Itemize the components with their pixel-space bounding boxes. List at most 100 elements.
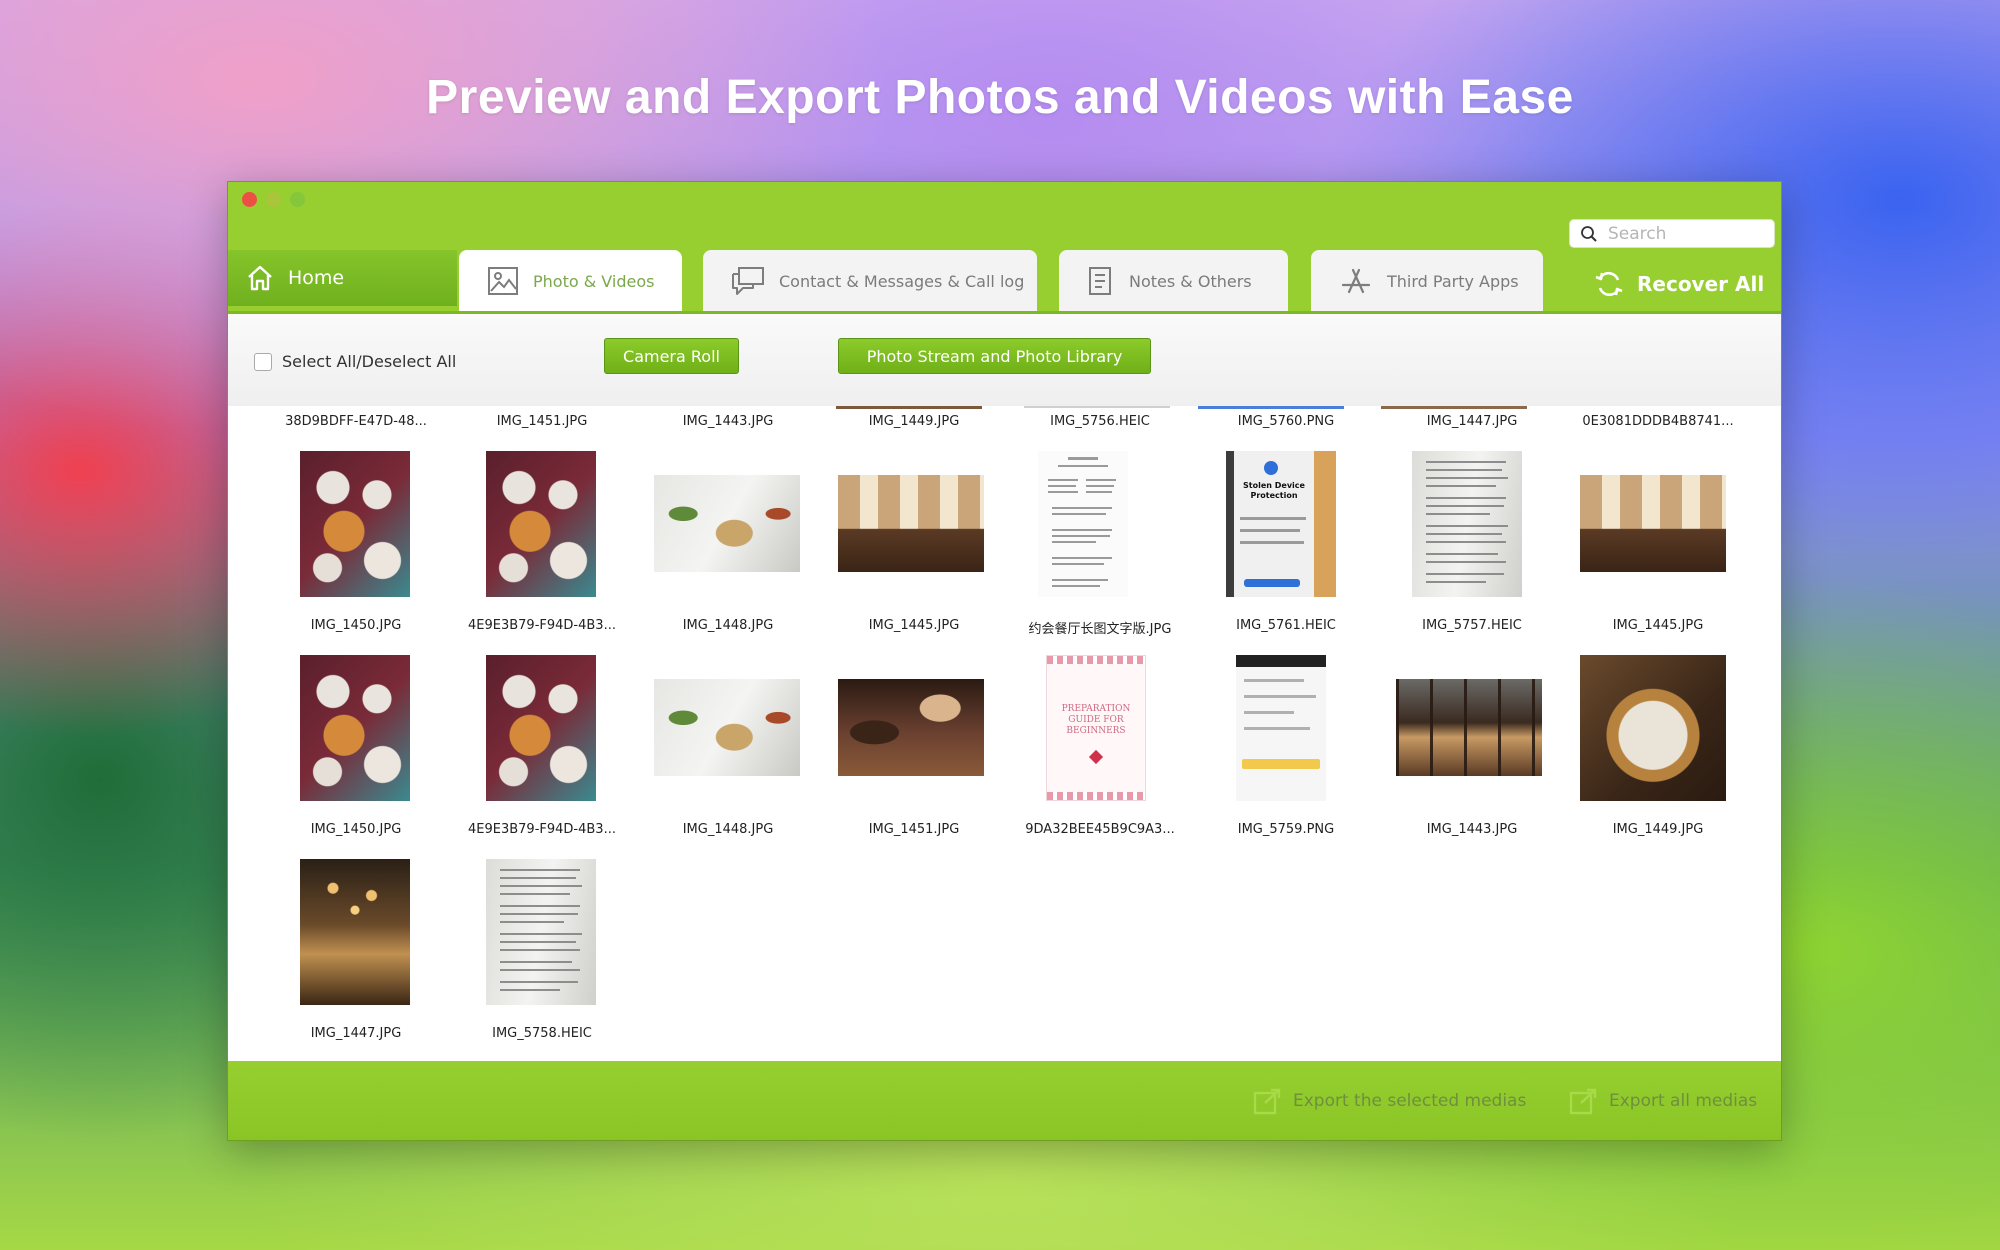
text-line <box>1240 517 1306 520</box>
guide-title-line: GUIDE FOR <box>1068 715 1124 725</box>
file-name: IMG_5758.HEIC <box>492 1026 592 1041</box>
search-icon <box>1581 225 1597 242</box>
screenshot-heading-line: Stolen Device <box>1243 481 1305 490</box>
tab-third-party-apps[interactable]: Third Party Apps <box>1311 250 1543 312</box>
photo-thumbnail[interactable] <box>838 679 984 776</box>
file-name: IMG_1449.JPG <box>868 414 960 429</box>
photo-stream-button[interactable]: Photo Stream and Photo Library <box>838 338 1151 374</box>
minimize-window-button[interactable] <box>266 192 281 207</box>
select-all-checkbox[interactable] <box>254 352 272 371</box>
export-selected-label: Export the selected medias <box>1293 1091 1527 1111</box>
tab-home[interactable]: Home <box>228 250 457 306</box>
thumbnail[interactable] <box>1198 406 1344 409</box>
export-icon <box>1253 1088 1281 1115</box>
text-lines-graphic <box>500 869 582 991</box>
file-name: IMG_1448.JPG <box>682 822 774 837</box>
home-icon <box>248 265 272 291</box>
photo-thumbnail[interactable] <box>654 679 800 776</box>
file-name: IMG_5759.PNG <box>1237 822 1335 837</box>
photo-thumbnail[interactable] <box>300 859 410 1005</box>
photo-thumbnail[interactable] <box>838 475 984 572</box>
file-name: 9DA32BEE45B9C9A3... <box>1025 822 1175 837</box>
tab-contact-messages[interactable]: Contact & Messages & Call log <box>703 250 1037 312</box>
text-lines-graphic <box>1426 461 1508 583</box>
app-window: Home Photo & Videos Contact & Messages &… <box>227 181 1782 1141</box>
screenshot-heading-line: Protection <box>1250 491 1298 500</box>
shield-icon <box>1264 461 1278 475</box>
decor-border <box>1047 656 1145 664</box>
file-name: IMG_1447.JPG <box>1426 414 1518 429</box>
export-all-button[interactable]: Export all medias <box>1569 1087 1757 1115</box>
status-bar <box>1236 655 1326 667</box>
screenshot-button <box>1244 579 1300 587</box>
file-name: IMG_5760.PNG <box>1237 414 1335 429</box>
export-icon <box>1569 1088 1597 1115</box>
search-input[interactable] <box>1606 222 1760 245</box>
export-selected-button[interactable]: Export the selected medias <box>1253 1087 1526 1115</box>
close-window-button[interactable] <box>242 192 257 207</box>
tab-photo-videos[interactable]: Photo & Videos <box>459 250 682 312</box>
document-photo-thumbnail[interactable] <box>486 859 596 1005</box>
file-name: 0E3081DDDB4B8741... <box>1582 414 1734 429</box>
text-line <box>1244 727 1310 730</box>
photo-icon <box>488 267 518 295</box>
photo-thumbnail[interactable] <box>1580 655 1726 801</box>
search-box[interactable] <box>1569 219 1775 248</box>
file-name: IMG_1448.JPG <box>682 618 774 633</box>
select-all-label: Select All/Deselect All <box>282 352 457 371</box>
file-name: IMG_1443.JPG <box>682 414 774 429</box>
text-lines-graphic <box>1048 457 1116 587</box>
decor-border <box>1047 792 1145 800</box>
file-name: IMG_1451.JPG <box>868 822 960 837</box>
file-name: IMG_1443.JPG <box>1426 822 1518 837</box>
file-name: 38D9BDFF-E47D-48... <box>285 414 427 429</box>
guide-cover-thumbnail[interactable]: PREPARATION GUIDE FOR BEGINNERS <box>1046 655 1146 801</box>
tab-contact-messages-label: Contact & Messages & Call log <box>779 271 1025 291</box>
photo-thumbnail[interactable] <box>1580 475 1726 572</box>
file-name: IMG_1450.JPG <box>310 618 402 633</box>
recover-all-button[interactable]: Recover All <box>1593 260 1764 308</box>
filter-toolbar: Select All/Deselect All Camera Roll Phot… <box>228 314 1781 407</box>
media-grid: 38D9BDFF-E47D-48... IMG_1451.JPG IMG_144… <box>228 406 1781 1062</box>
recover-all-label: Recover All <box>1637 272 1765 296</box>
diamond-icon <box>1088 749 1104 765</box>
screenshot-button <box>1242 759 1320 769</box>
photo-thumbnail[interactable] <box>486 655 596 801</box>
notes-icon <box>1089 267 1111 295</box>
photo-thumbnail[interactable] <box>300 451 410 597</box>
guide-title-line: PREPARATION <box>1061 704 1131 714</box>
file-name: 约会餐厅长图文字版.JPG <box>1028 622 1172 637</box>
thumbnail[interactable] <box>1024 406 1170 408</box>
photo-thumbnail[interactable] <box>654 475 800 572</box>
tab-notes-others[interactable]: Notes & Others <box>1059 250 1288 312</box>
zoom-window-button[interactable] <box>290 192 305 207</box>
file-name: IMG_5757.HEIC <box>1422 618 1522 633</box>
tab-third-party-apps-label: Third Party Apps <box>1387 271 1519 291</box>
guide-title: PREPARATION GUIDE FOR BEGINNERS <box>1047 704 1145 737</box>
thumbnail[interactable] <box>1381 406 1527 409</box>
export-bar: Export the selected medias Export all me… <box>228 1061 1781 1140</box>
tab-notes-others-label: Notes & Others <box>1129 271 1252 291</box>
camera-roll-button[interactable]: Camera Roll <box>604 338 739 374</box>
phone-screenshot-thumbnail[interactable] <box>1236 655 1326 801</box>
text-line <box>1244 711 1294 714</box>
document-photo-thumbnail[interactable] <box>1412 451 1522 597</box>
title-bar: Home Photo & Videos Contact & Messages &… <box>228 182 1781 312</box>
phone-screenshot-thumbnail[interactable]: Stolen Device Protection <box>1226 451 1336 597</box>
photo-thumbnail[interactable] <box>1396 679 1542 776</box>
file-name: IMG_1445.JPG <box>1612 618 1704 633</box>
thumbnail[interactable] <box>836 406 982 409</box>
file-name: IMG_5761.HEIC <box>1236 618 1336 633</box>
select-all-control[interactable]: Select All/Deselect All <box>254 352 456 371</box>
photo-thumbnail[interactable] <box>486 451 596 597</box>
text-line <box>1244 679 1304 682</box>
text-line <box>1244 695 1316 698</box>
photo-thumbnail[interactable] <box>300 655 410 801</box>
export-all-label: Export all medias <box>1609 1091 1758 1111</box>
file-name: IMG_1447.JPG <box>310 1026 402 1041</box>
file-name: IMG_1451.JPG <box>496 414 588 429</box>
document-thumbnail[interactable] <box>1038 451 1128 597</box>
file-name: 4E9E3B79-F94D-4B3... <box>468 822 616 837</box>
file-name: IMG_1450.JPG <box>310 822 402 837</box>
tab-bar: Home Photo & Videos Contact & Messages &… <box>228 250 1781 312</box>
